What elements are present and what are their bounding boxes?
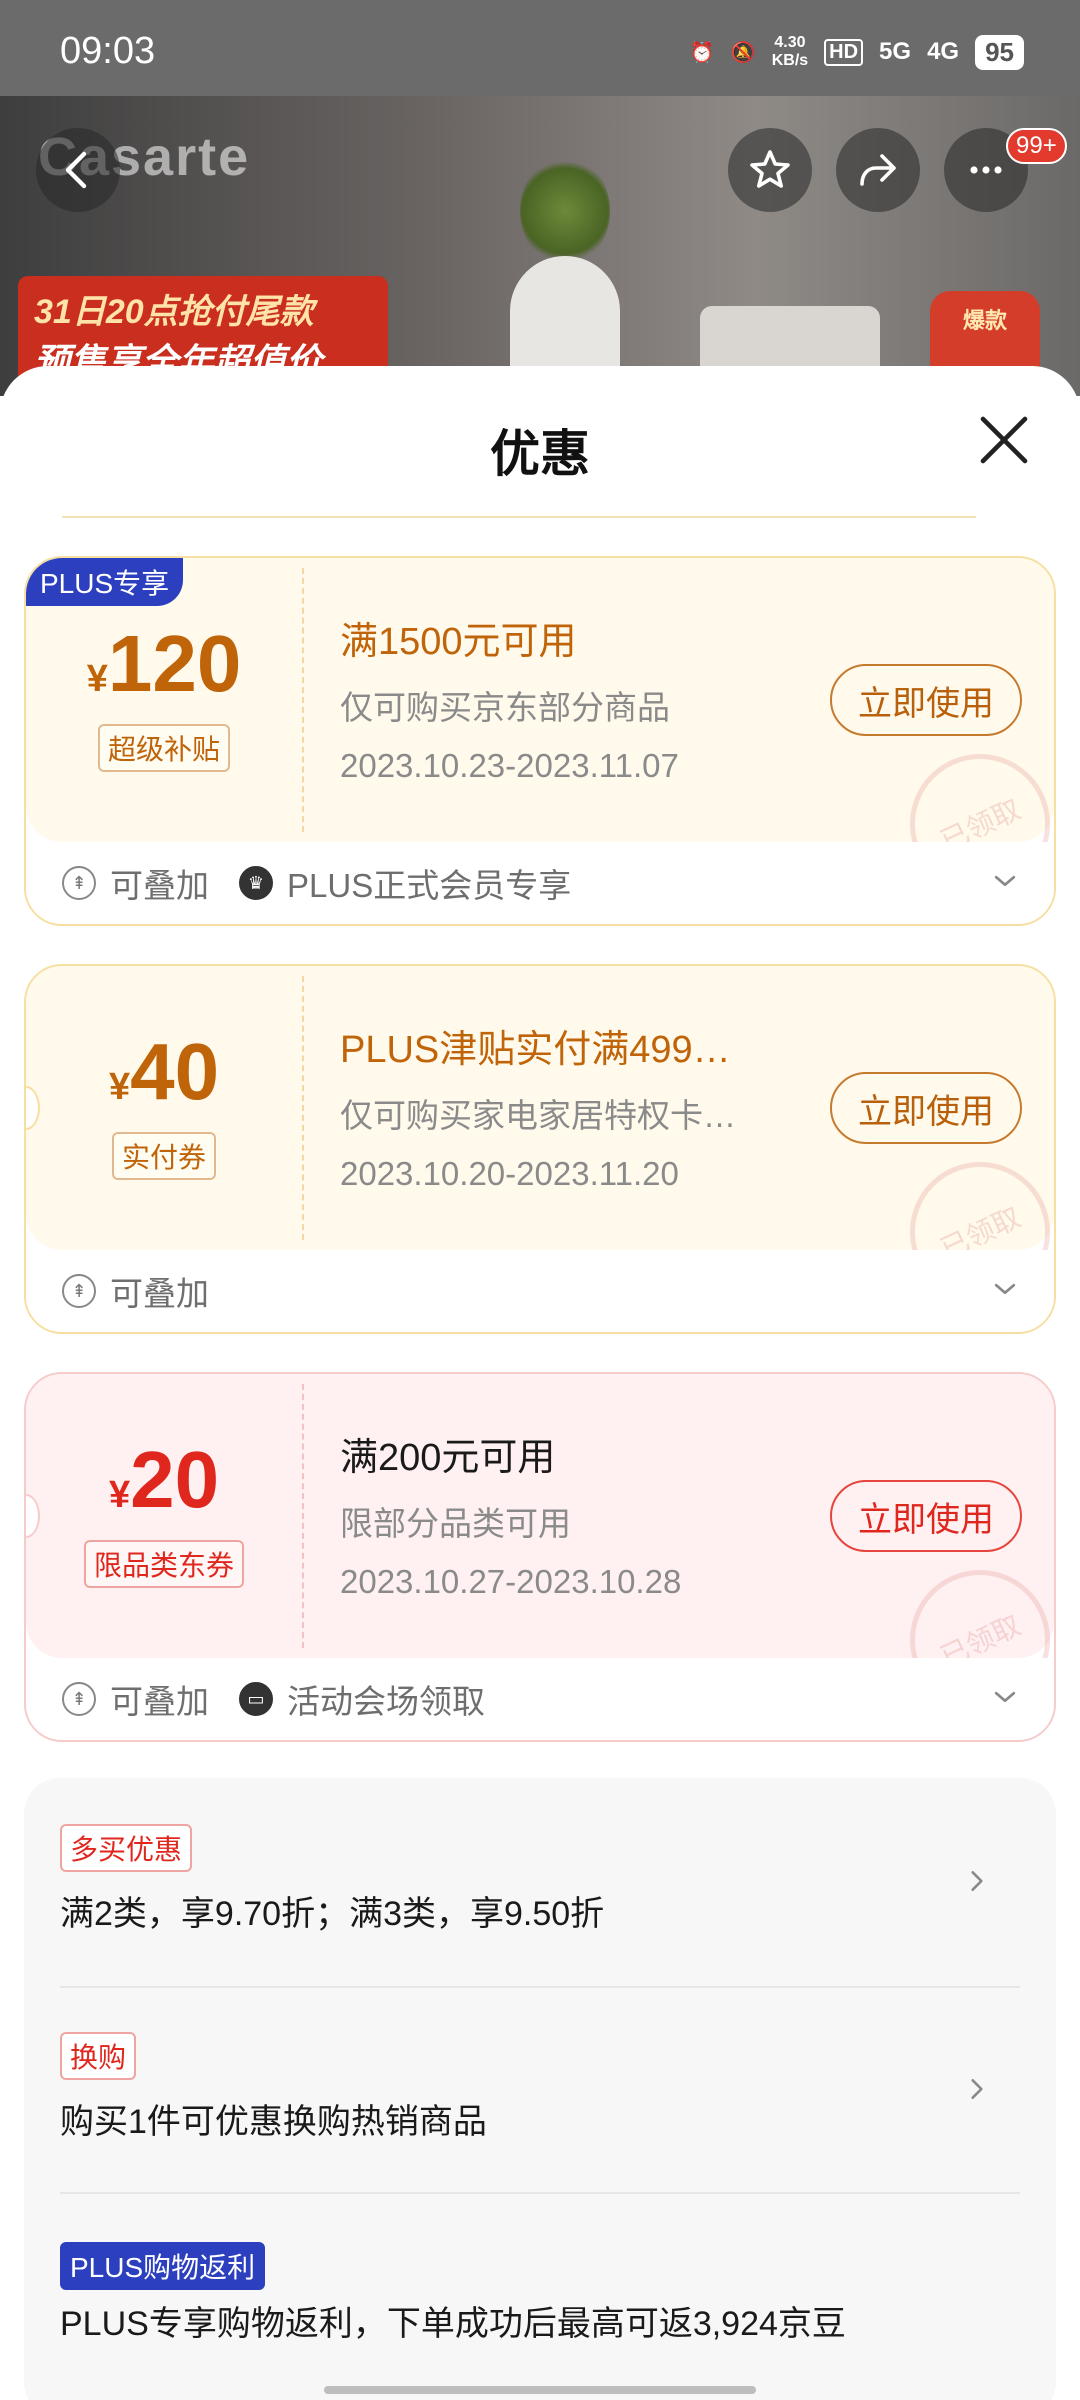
- coupon-type-tag: 实付券: [111, 1132, 217, 1180]
- promo-tag: 换购: [60, 2032, 137, 2080]
- coupon-period: 2023.10.23-2023.11.07: [340, 747, 679, 784]
- coupon-scope: 限部分品类可用: [340, 1505, 571, 1542]
- share-button[interactable]: [836, 128, 920, 212]
- chevron-down-icon[interactable]: [990, 1682, 1020, 1712]
- coupon-footer[interactable]: ⇞ 可叠加 ▭ 活动会场领取: [26, 1658, 1054, 1740]
- stack-icon: ⇞: [62, 1274, 96, 1308]
- coupon-footer[interactable]: ⇞ 可叠加: [26, 1250, 1054, 1332]
- status-bar: 09:03 ⏰ 🔕 4.30 KB/s HD 5G 4G 95: [0, 0, 1080, 96]
- promo-text: 满2类，享9.70折；满3类，享9.50折: [60, 1895, 605, 1933]
- divider: [62, 516, 976, 518]
- close-icon[interactable]: [976, 412, 1032, 468]
- coupon-amount: ¥20: [108, 1435, 220, 1524]
- back-button[interactable]: [36, 128, 120, 212]
- battery-icon: 95: [975, 34, 1024, 70]
- status-icons: ⏰ 🔕 4.30 KB/s HD 5G 4G 95: [690, 34, 1024, 70]
- promo-divider: [60, 1986, 1020, 1988]
- coupon-value-area: ¥40 实付券: [26, 966, 302, 1250]
- crown-icon: ♛: [239, 866, 273, 900]
- promo-row-multibuy[interactable]: 多买优惠 满2类，享9.70折；满3类，享9.50折: [60, 1824, 1020, 1935]
- plant-image: [520, 156, 610, 266]
- use-now-button[interactable]: 立即使用: [830, 664, 1022, 736]
- coupon-body: ¥120 超级补贴 满1500元可用 仅可购买京东部分商品 2023.10.23…: [26, 558, 1054, 918]
- coupon-info: PLUS津贴实付满499… 仅可购买家电家居特权卡… 2023.10.20-20…: [340, 1018, 820, 1193]
- status-time: 09:03: [60, 30, 156, 72]
- sheet-title: 优惠: [490, 426, 590, 482]
- stack-icon: ⇞: [62, 866, 96, 900]
- promo-text: PLUS专享购物返利，下单成功后最高可返3,924京豆: [60, 2305, 846, 2343]
- coupon-title: 满1500元可用: [340, 621, 577, 663]
- promo-tag: 多买优惠: [60, 1824, 193, 1872]
- plus-exclusive-badge: PLUS专享: [26, 558, 184, 606]
- share-icon: [860, 154, 896, 186]
- signal-5g: 5G: [879, 38, 912, 65]
- home-indicator[interactable]: [324, 2386, 756, 2394]
- plus-tag: PLUS购物返利: [60, 2242, 266, 2290]
- alarm-icon: ⏰: [689, 41, 715, 64]
- promotion-panel: 多买优惠 满2类，享9.70折；满3类，享9.50折 换购 购买1件可优惠换购热…: [24, 1778, 1056, 2400]
- coupon-amount: ¥120: [86, 619, 242, 708]
- dashed-divider: [302, 976, 304, 1240]
- coupon-scope: 仅可购买京东部分商品: [340, 689, 670, 726]
- coupon-scope: 仅可购买家电家居特权卡…: [340, 1097, 736, 1134]
- coupon-info: 满1500元可用 仅可购买京东部分商品 2023.10.23-2023.11.0…: [340, 610, 820, 785]
- ticket-icon: ▭: [239, 1682, 273, 1716]
- coupon-period: 2023.10.27-2023.10.28: [340, 1563, 682, 1600]
- coupon-info: 满200元可用 限部分品类可用 2023.10.27-2023.10.28: [340, 1426, 820, 1601]
- promo-row-plus-rebate[interactable]: PLUS购物返利 PLUS专享购物返利，下单成功后最高可返3,924京豆: [60, 2242, 1020, 2345]
- more-icon: [970, 166, 1002, 174]
- coupon-body: ¥20 限品类东券 满200元可用 限部分品类可用 2023.10.27-202…: [26, 1374, 1054, 1734]
- hd-icon: HD: [824, 38, 864, 66]
- use-now-button[interactable]: 立即使用: [830, 1072, 1022, 1144]
- chevron-right-icon: [971, 2079, 983, 2099]
- coupon-value-area: ¥20 限品类东券: [26, 1374, 302, 1658]
- coupon-card: ¥120 超级补贴 满1500元可用 仅可购买京东部分商品 2023.10.23…: [24, 556, 1056, 926]
- stack-icon: ⇞: [62, 1682, 96, 1716]
- coupon-title: PLUS津贴实付满499…: [340, 1029, 731, 1071]
- chevron-down-icon[interactable]: [990, 1274, 1020, 1304]
- coupon-card: ¥40 实付券 PLUS津贴实付满499… 仅可购买家电家居特权卡… 2023.…: [24, 964, 1056, 1334]
- dashed-divider: [302, 1384, 304, 1648]
- net-speed: 4.30 KB/s: [771, 34, 809, 69]
- dashed-divider: [302, 568, 304, 832]
- coupon-type-tag: 限品类东券: [83, 1540, 245, 1588]
- coupon-period: 2023.10.20-2023.11.20: [340, 1155, 679, 1192]
- promo-divider: [60, 2192, 1020, 2194]
- coupon-amount: ¥40: [108, 1027, 220, 1116]
- use-now-button[interactable]: 立即使用: [830, 1480, 1022, 1552]
- coupon-card: ¥20 限品类东券 满200元可用 限部分品类可用 2023.10.27-202…: [24, 1372, 1056, 1742]
- back-arrow-icon: [65, 151, 87, 189]
- chevron-right-icon: [971, 1871, 983, 1891]
- chevron-down-icon[interactable]: [990, 866, 1020, 896]
- coupon-type-tag: 超级补贴: [97, 724, 231, 772]
- coupon-body: ¥40 实付券 PLUS津贴实付满499… 仅可购买家电家居特权卡… 2023.…: [26, 966, 1054, 1326]
- message-count-badge: 99+: [1006, 128, 1067, 164]
- product-banner: Casarte 31日20点抢付尾款 预售享全年超值价 爆款: [0, 96, 1080, 396]
- coupon-footer[interactable]: ⇞ 可叠加 ♛ PLUS正式会员专享: [26, 842, 1054, 924]
- promo-text: 购买1件可优惠换购热销商品: [60, 2103, 487, 2141]
- signal-4g: 4G: [927, 38, 960, 65]
- promo-row-exchange[interactable]: 换购 购买1件可优惠换购热销商品: [60, 2032, 1020, 2143]
- coupon-title: 满200元可用: [340, 1437, 556, 1479]
- mute-icon: 🔕: [730, 41, 756, 64]
- favorite-button[interactable]: [728, 128, 812, 212]
- star-icon: [750, 150, 790, 188]
